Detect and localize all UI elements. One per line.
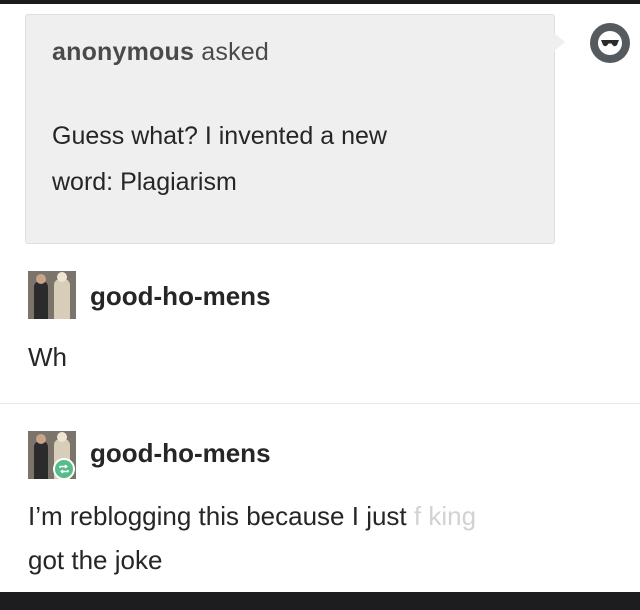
- post-divider: [0, 403, 640, 404]
- asker-name[interactable]: anonymous: [52, 38, 194, 66]
- post-body: I’m reblogging this because I just f kin…: [28, 494, 628, 582]
- avatar[interactable]: [28, 271, 76, 319]
- post-body-text: I’m reblogging this because I just: [28, 501, 407, 531]
- ask-card-pointer: [553, 32, 565, 52]
- bottom-edge: [0, 592, 640, 610]
- ask-question: Guess what? I invented a new word: Plagi…: [52, 113, 522, 205]
- question-line-2: word: Plagiarism: [52, 168, 237, 196]
- asker-line: anonymous asked: [52, 38, 269, 67]
- question-line-1: Guess what? I invented a new: [52, 122, 387, 150]
- post-body-faded-text: f king: [413, 501, 477, 531]
- sunglasses-icon: [598, 31, 622, 55]
- post-username[interactable]: good-ho-mens: [90, 281, 271, 312]
- post-username[interactable]: good-ho-mens: [90, 438, 271, 469]
- asked-label: asked: [201, 38, 269, 66]
- post-body: Wh: [28, 342, 67, 372]
- reblog-badge: [53, 458, 75, 480]
- reblog-icon: [59, 464, 69, 474]
- post-body-line-1: I’m reblogging this because I just f kin…: [28, 494, 628, 538]
- post-body-line-2: got the joke: [28, 545, 163, 575]
- anonymous-avatar[interactable]: [590, 23, 630, 63]
- top-edge: [0, 0, 640, 4]
